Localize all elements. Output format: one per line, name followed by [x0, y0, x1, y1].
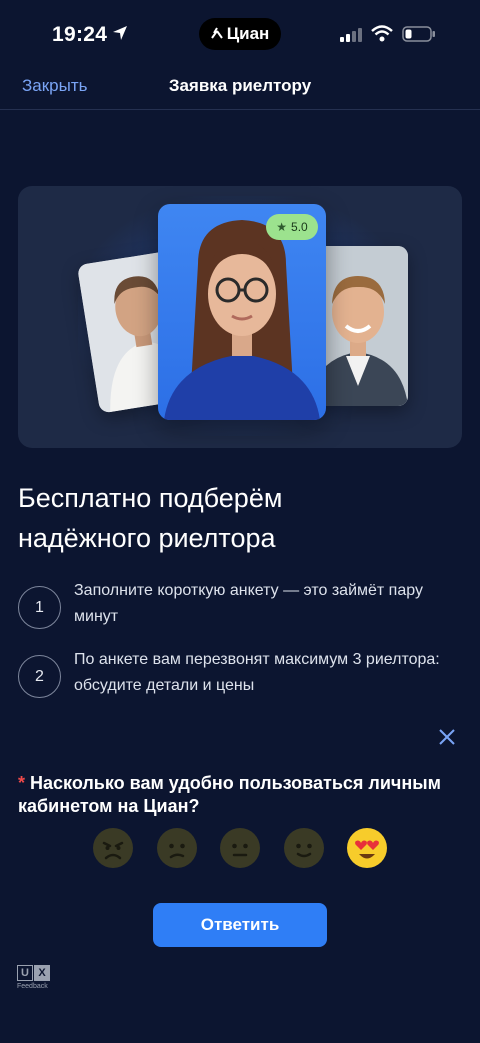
back-to-app-pill[interactable]: Циан: [199, 18, 281, 50]
ux-logo-letter-x: X: [34, 965, 50, 981]
ux-feedback-logo: U X Feedback: [17, 965, 57, 990]
battery-icon: [402, 26, 436, 47]
cellular-signal-icon: [340, 28, 364, 47]
step-number: 2: [18, 655, 61, 698]
heart-eyes-face-icon[interactable]: [347, 828, 387, 868]
angry-face-icon[interactable]: [93, 828, 133, 868]
sad-face-icon[interactable]: [157, 828, 197, 868]
hero-illustration: ★ 5.0: [18, 186, 462, 448]
location-arrow-icon: [112, 25, 128, 46]
survey-question: * Насколько вам удобно пользоваться личн…: [18, 772, 458, 818]
step-text: Заполните короткую анкету — это займёт п…: [74, 582, 423, 625]
headline-line-1: Бесплатно подберём: [18, 483, 283, 513]
rating-value: 5.0: [291, 220, 308, 234]
nav-bar: Закрыть Заявка риелтору: [0, 70, 480, 110]
headline-line-2: надёжного риелтора: [18, 523, 276, 553]
step-text: По анкете вам перезвонят максимум 3 риел…: [74, 651, 440, 694]
status-bar: 19:24 Циан: [0, 0, 480, 70]
answer-button[interactable]: Ответить: [153, 903, 327, 947]
ux-logo-caption: Feedback: [17, 983, 48, 990]
close-icon[interactable]: [437, 727, 457, 747]
headline: Бесплатно подберём надёжного риелтора: [18, 478, 458, 558]
slight-smile-face-icon[interactable]: [284, 828, 324, 868]
app-name: Циан: [226, 24, 270, 43]
cian-logo-icon: [210, 26, 223, 42]
ux-logo-mark: U X: [17, 965, 57, 981]
survey-question-text: Насколько вам удобно пользоваться личным…: [18, 773, 441, 816]
rating-badge: ★ 5.0: [266, 214, 318, 240]
ux-logo-letter-u: U: [17, 965, 33, 981]
star-icon: ★: [276, 220, 288, 234]
rating-scale: [93, 828, 393, 868]
neutral-face-icon[interactable]: [220, 828, 260, 868]
step-number: 1: [18, 586, 61, 629]
wifi-icon: [371, 25, 393, 47]
required-mark: *: [18, 773, 26, 793]
page-title: Заявка риелтору: [168, 76, 312, 95]
status-time: 19:24: [52, 23, 108, 46]
